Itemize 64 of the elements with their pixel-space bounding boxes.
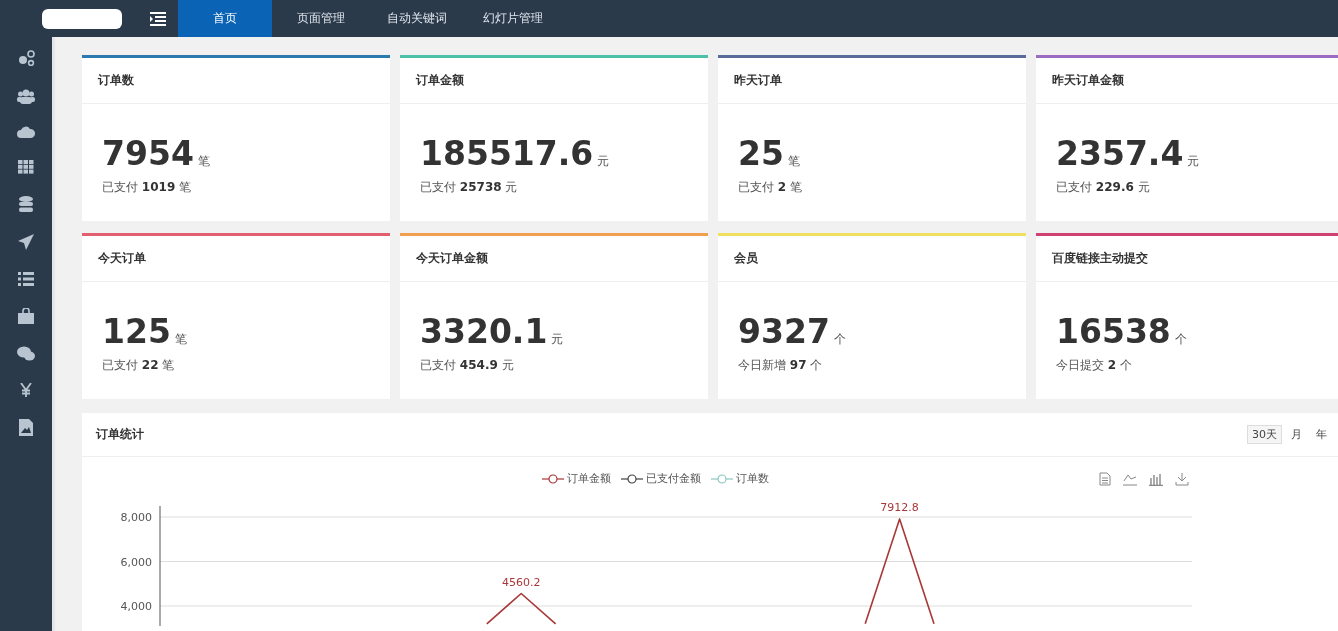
menu-toggle-icon[interactable] — [150, 11, 166, 26]
axis-label: 8,000 — [120, 511, 152, 524]
card-title: 今天订单金额 — [400, 236, 708, 282]
grid-icon[interactable] — [18, 160, 34, 174]
cloud-icon[interactable] — [17, 126, 35, 138]
stat-subtext: 已支付 454.9 元 — [420, 357, 515, 374]
stat-unit: 元 — [597, 153, 610, 170]
yen-icon[interactable] — [20, 383, 32, 397]
card-title: 订单金额 — [400, 58, 708, 104]
database-icon[interactable] — [19, 196, 33, 212]
stat-subtext: 今日提交 2 个 — [1056, 357, 1133, 374]
stat-subtext: 已支付 25738 元 — [420, 179, 519, 196]
stat-subtext: 已支付 2 笔 — [738, 179, 803, 196]
card-title: 会员 — [718, 236, 1026, 282]
image-file-icon[interactable] — [19, 419, 33, 436]
stat-unit: 元 — [551, 331, 564, 348]
nav-tab[interactable]: 自动关键词 — [370, 0, 464, 37]
nav-tab[interactable]: 页面管理 — [274, 0, 368, 37]
stat-unit: 个 — [1174, 331, 1187, 348]
chat-bubbles-icon[interactable] — [17, 346, 35, 361]
stat-unit: 笔 — [197, 153, 210, 170]
bar-chart-icon[interactable] — [1149, 471, 1163, 486]
stat-value: 25 — [738, 134, 784, 173]
stat-value: 125 — [102, 312, 171, 351]
stat-value: 9327 — [738, 312, 830, 351]
stat-value: 2357.4 — [1056, 134, 1184, 173]
legend-marker-icon — [542, 473, 564, 484]
shopping-bag-icon[interactable] — [18, 308, 34, 324]
data-view-icon[interactable] — [1099, 471, 1111, 486]
list-icon[interactable] — [18, 272, 34, 286]
stat-value: 185517.6 — [420, 134, 594, 173]
stat-subtext: 已支付 22 笔 — [102, 357, 176, 374]
stat-value: 3320.1 — [420, 312, 548, 351]
stat-subtext: 今日新增 97 个 — [738, 357, 824, 374]
card-title: 订单数 — [82, 58, 390, 104]
stat-subtext: 已支付 229.6 元 — [1056, 179, 1151, 196]
axis-label: 6,000 — [120, 555, 152, 569]
legend-item[interactable]: 订单数 — [711, 471, 769, 486]
card-title: 昨天订单 — [718, 58, 1026, 104]
download-icon[interactable] — [1175, 471, 1189, 486]
stat-unit: 笔 — [787, 153, 800, 170]
stat-value: 16538 — [1056, 312, 1171, 351]
legend-item[interactable]: 已支付金额 — [621, 471, 701, 486]
nav-tab[interactable]: 首页 — [178, 0, 272, 37]
card-title: 百度链接主动提交 — [1036, 236, 1338, 282]
users-icon[interactable] — [17, 88, 35, 104]
legend-marker-icon — [711, 473, 733, 484]
nav-tab[interactable]: 幻灯片管理 — [466, 0, 560, 37]
card-title: 昨天订单金额 — [1036, 58, 1338, 104]
nodes-icon[interactable] — [17, 50, 35, 66]
card-title: 今天订单 — [82, 236, 390, 282]
range-button[interactable]: 30天 — [1247, 425, 1282, 444]
paper-plane-icon[interactable] — [18, 234, 34, 250]
stat-unit: 元 — [1187, 153, 1200, 170]
legend-item[interactable]: 订单金额 — [542, 471, 611, 486]
axis-label: 4,000 — [120, 600, 152, 613]
data-label: 7912.8 — [880, 500, 919, 514]
stat-unit: 笔 — [174, 331, 187, 348]
stat-subtext: 已支付 1019 笔 — [102, 179, 193, 196]
stat-value: 7954 — [102, 134, 194, 173]
panel-title: 订单统计 — [96, 426, 144, 443]
stat-unit: 个 — [833, 331, 846, 348]
legend-marker-icon — [621, 473, 643, 484]
data-label: 4560.2 — [501, 575, 541, 589]
